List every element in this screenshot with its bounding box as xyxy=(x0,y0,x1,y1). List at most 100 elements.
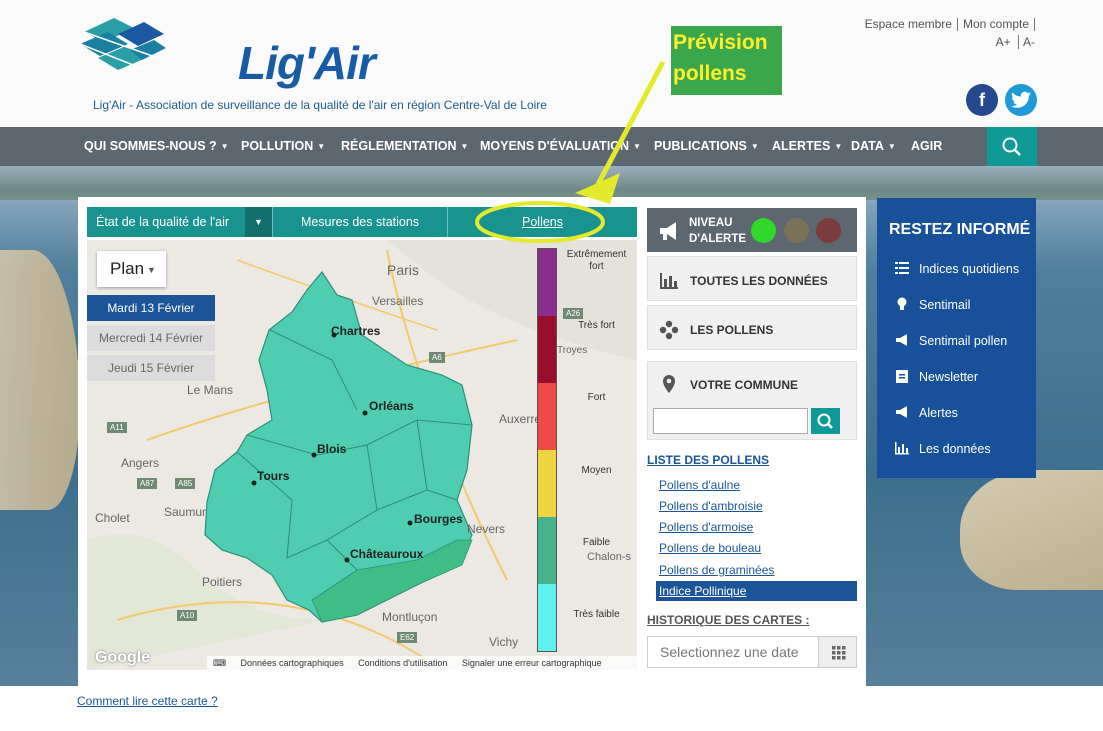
day-button-today[interactable]: Mardi 13 Février xyxy=(87,295,215,321)
restez-item-sentimail[interactable]: Sentimail xyxy=(895,296,970,314)
restez-item-label: Indices quotidiens xyxy=(919,262,1020,276)
restez-item-sentimail-pollen[interactable]: Sentimail pollen xyxy=(895,332,1007,350)
nav-reglementation[interactable]: RÉGLEMENTATION ▼ xyxy=(341,127,468,166)
caret-down-icon: ▼ xyxy=(460,142,469,152)
nav-label: RÉGLEMENTATION xyxy=(341,139,457,153)
pollen-map[interactable]: Plan ▼ Mardi 13 Février Mercredi 14 Févri… xyxy=(87,240,637,670)
pollen-link-armoise[interactable]: Pollens d'armoise xyxy=(659,520,753,534)
restez-informe-title: RESTEZ INFORMÉ xyxy=(889,221,1031,238)
link-mon-compte[interactable]: Mon compte xyxy=(958,17,1034,31)
pollen-link-aulne[interactable]: Pollens d'aulne xyxy=(659,478,740,492)
separator xyxy=(1034,18,1035,32)
legend-label: Fort xyxy=(587,392,606,403)
day-button-tomorrow[interactable]: Mercredi 14 Février xyxy=(87,325,215,351)
map-label-town: Chalon-s xyxy=(587,551,632,563)
lightbulb-icon xyxy=(897,297,907,310)
map-label-town: Troyes xyxy=(557,345,588,356)
map-label-city: Chartres xyxy=(331,324,381,338)
font-decrease-button[interactable]: A- xyxy=(1023,35,1035,49)
nav-agir[interactable]: AGIR xyxy=(911,127,942,166)
commune-label: VOTRE COMMUNE xyxy=(690,378,798,392)
tab-pollens[interactable]: Pollens xyxy=(448,207,637,237)
ligair-logo[interactable]: Lig'Air xyxy=(78,14,376,89)
nav-qui-sommes-nous[interactable]: QUI SOMMES-NOUS ? ▼ xyxy=(84,127,229,166)
road-marker: A11 xyxy=(107,422,127,433)
caret-down-icon: ▼ xyxy=(147,264,156,275)
background-sandbank xyxy=(960,470,1103,590)
tab-stations[interactable]: Mesures des stations xyxy=(273,207,448,237)
map-type-label: Plan xyxy=(110,259,145,278)
link-espace-membre[interactable]: Espace membre xyxy=(860,17,957,31)
map-label-town: Versailles xyxy=(372,294,424,308)
road-marker: A6 xyxy=(429,352,445,363)
commune-input[interactable] xyxy=(653,408,808,434)
nav-label: DATA xyxy=(851,139,884,153)
attribution-link[interactable]: Signaler une erreur cartographique xyxy=(462,658,602,668)
facebook-icon[interactable]: f xyxy=(966,84,998,116)
google-logo: Google xyxy=(95,649,151,666)
restez-item-indices-quotidiens[interactable]: Indices quotidiens xyxy=(895,260,1019,278)
bar-chart-icon xyxy=(660,273,678,289)
legend-swatch-low xyxy=(538,517,556,584)
font-increase-button[interactable]: A+ xyxy=(996,35,1011,49)
legend-label: Moyen xyxy=(581,465,612,476)
twitter-icon[interactable] xyxy=(1005,84,1037,116)
legend-swatch-very-low xyxy=(538,584,556,651)
caret-down-icon: ▼ xyxy=(750,142,759,152)
nav-label: MOYENS D'ÉVALUATION xyxy=(480,139,630,153)
font-size-controls: A+ A- xyxy=(996,35,1035,49)
nav-data[interactable]: DATA ▼ xyxy=(851,127,896,166)
chevron-down-icon[interactable]: ▼ xyxy=(245,207,272,237)
map-label-town: Poitiers xyxy=(202,575,243,589)
nav-label: ALERTES xyxy=(772,139,831,153)
pollen-link-ambroisie[interactable]: Pollens d'ambroisie xyxy=(659,499,763,513)
date-input[interactable]: Selectionnez une date xyxy=(647,636,819,668)
tab-quality[interactable]: État de la qualité de l'air ▼ xyxy=(87,207,273,237)
map-label-town: Montluçon xyxy=(382,610,438,624)
map-type-button[interactable]: Plan ▼ xyxy=(97,251,166,287)
search-button[interactable] xyxy=(987,127,1037,166)
attribution-link[interactable]: Données cartographiques xyxy=(241,658,344,668)
caret-down-icon: ▼ xyxy=(317,142,326,152)
map-marker-icon xyxy=(663,375,675,393)
nav-pollution[interactable]: POLLUTION ▼ xyxy=(241,127,325,166)
calendar-button[interactable] xyxy=(818,636,857,668)
nav-label: AGIR xyxy=(911,139,943,153)
attribution-link[interactable]: Conditions d'utilisation xyxy=(358,658,447,668)
road-marker: A26 xyxy=(563,308,584,319)
list-icon xyxy=(895,262,909,274)
legend-label: Faible xyxy=(582,537,611,548)
day-button-after-tomorrow[interactable]: Jeudi 15 Février xyxy=(87,355,215,381)
all-data-link[interactable]: TOUTES LES DONNÉES xyxy=(648,257,856,300)
alert-dot-orange xyxy=(784,218,809,243)
nav-publications[interactable]: PUBLICATIONS ▼ xyxy=(654,127,759,166)
road-marker: A10 xyxy=(177,610,198,621)
how-to-read-map-link[interactable]: Comment lire cette carte ? xyxy=(77,694,218,708)
restez-item-alertes[interactable]: Alertes xyxy=(895,404,958,422)
keyboard-icon[interactable]: ⌨ xyxy=(213,658,226,668)
nav-alertes[interactable]: ALERTES ▼ xyxy=(772,127,842,166)
alert-dot-green xyxy=(751,218,776,243)
restez-item-label: Alertes xyxy=(919,406,958,420)
map-label-town: Le Mans xyxy=(187,383,234,397)
pollen-link-indice-pollinique[interactable]: Indice Pollinique xyxy=(656,581,857,601)
restez-item-les-donnees[interactable]: Les données xyxy=(895,440,991,458)
all-data-box[interactable]: TOUTES LES DONNÉES xyxy=(647,256,857,301)
pollens-link[interactable]: LES POLLENS xyxy=(648,306,856,349)
header: Lig'Air Lig'Air - Association de surveil… xyxy=(0,0,1103,127)
pollen-list-title: LISTE DES POLLENS xyxy=(647,453,770,467)
pollen-link-graminees[interactable]: Pollens de graminées xyxy=(659,563,774,577)
nav-label: PUBLICATIONS xyxy=(654,139,747,153)
nav-moyens-evaluation[interactable]: MOYENS D'ÉVALUATION ▼ xyxy=(480,127,641,166)
restez-item-label: Sentimail xyxy=(919,298,971,312)
commune-search-button[interactable] xyxy=(811,408,840,434)
pollen-link-bouleau[interactable]: Pollens de bouleau xyxy=(659,541,761,555)
pollens-box[interactable]: LES POLLENS xyxy=(647,305,857,350)
road-marker: E62 xyxy=(397,632,418,643)
logo-text: Lig'Air xyxy=(238,37,376,89)
top-links: Espace membre Mon compte xyxy=(860,17,1035,32)
bar-chart-icon xyxy=(895,442,909,455)
tagline: Lig'Air - Association de surveillance de… xyxy=(93,98,547,112)
commune-box: VOTRE COMMUNE xyxy=(647,361,857,440)
restez-item-newsletter[interactable]: Newsletter xyxy=(895,368,978,386)
